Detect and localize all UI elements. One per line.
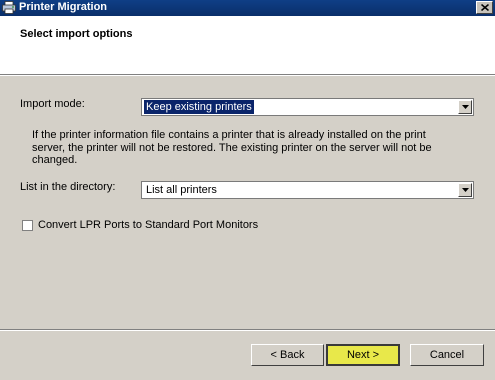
- close-icon: [480, 4, 489, 11]
- import-mode-label: Import mode:: [20, 98, 85, 110]
- dropdown-arrow-button[interactable]: [458, 183, 472, 197]
- dropdown-arrow-button[interactable]: [458, 100, 472, 114]
- convert-lpr-label[interactable]: Convert LPR Ports to Standard Port Monit…: [38, 219, 258, 231]
- header-panel: Select import options: [0, 16, 495, 74]
- cancel-button[interactable]: Cancel: [410, 344, 484, 366]
- back-button[interactable]: < Back: [251, 344, 324, 366]
- chevron-down-icon: [461, 105, 469, 109]
- chevron-down-icon: [461, 188, 469, 192]
- footer-divider-highlight: [0, 330, 495, 331]
- page-title: Select import options: [20, 28, 133, 40]
- import-mode-value: Keep existing printers: [144, 100, 254, 114]
- directory-value: List all printers: [146, 184, 217, 196]
- directory-dropdown[interactable]: List all printers: [141, 181, 474, 199]
- printer-icon: [2, 1, 16, 14]
- header-divider-highlight: [0, 75, 495, 76]
- directory-label: List in the directory:: [20, 181, 116, 193]
- convert-lpr-checkbox[interactable]: [22, 220, 33, 231]
- import-mode-dropdown[interactable]: Keep existing printers: [141, 98, 474, 116]
- window-title: Printer Migration: [19, 1, 108, 13]
- next-button[interactable]: Next >: [326, 344, 400, 366]
- close-button[interactable]: [476, 1, 493, 14]
- title-bar: Printer Migration: [0, 0, 495, 16]
- import-mode-description: If the printer information file contains…: [32, 129, 432, 166]
